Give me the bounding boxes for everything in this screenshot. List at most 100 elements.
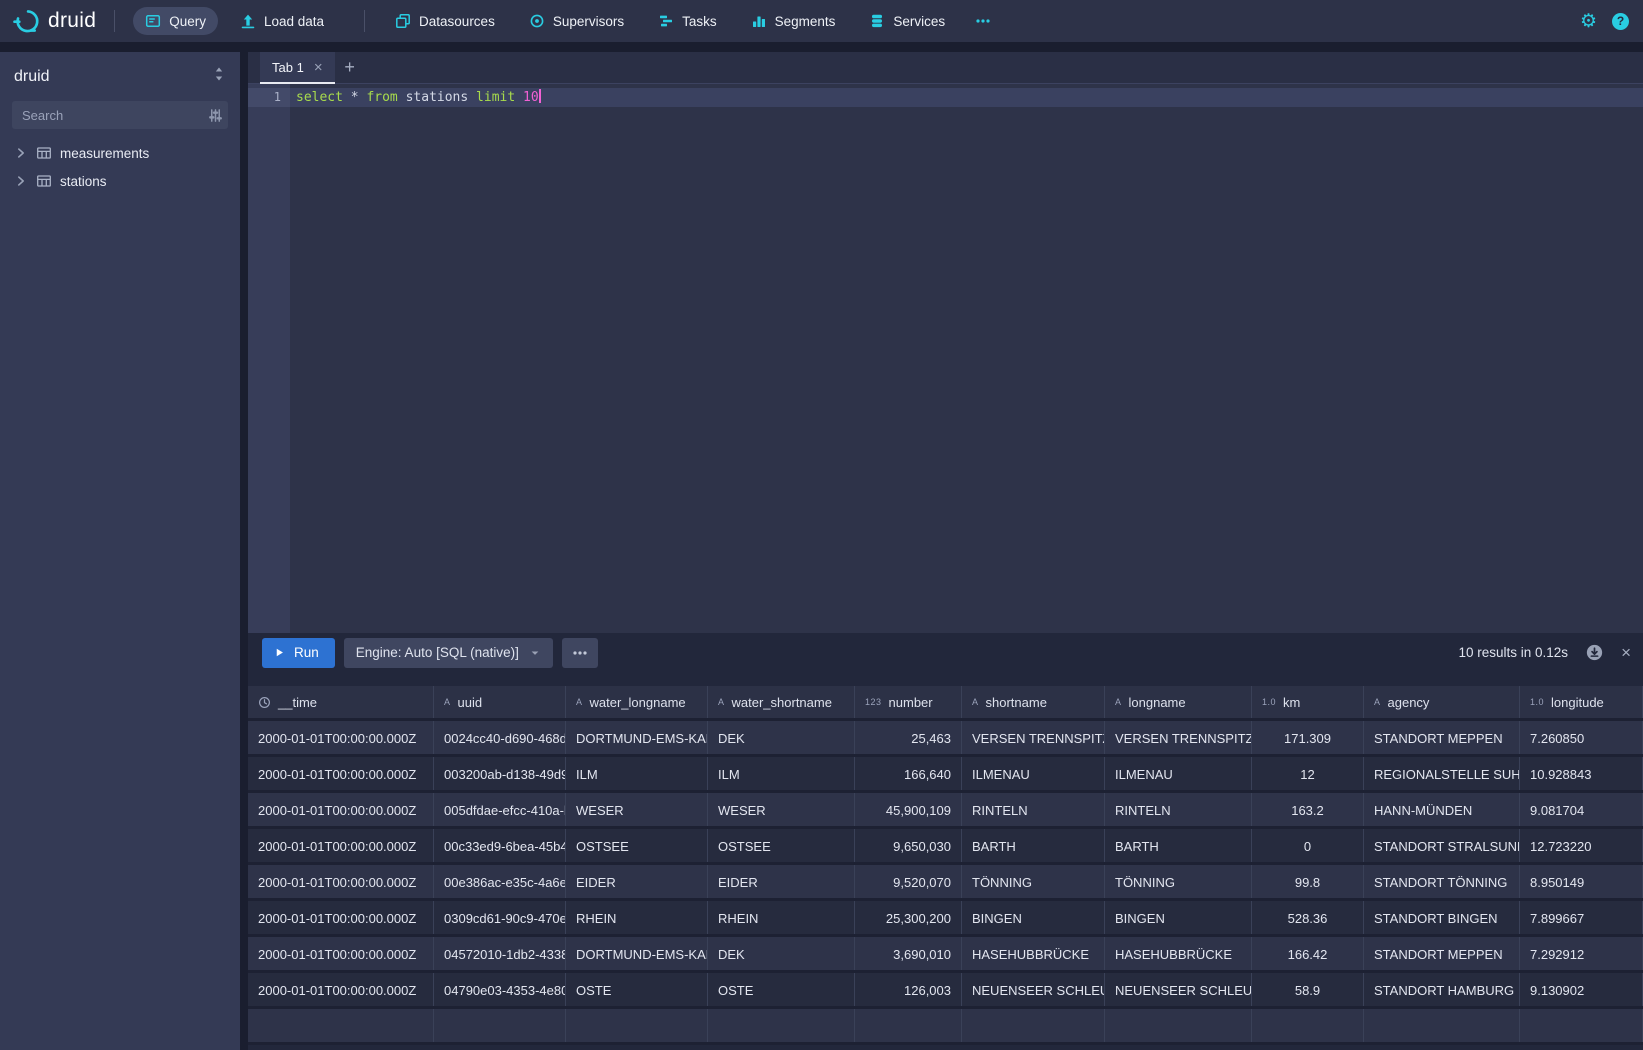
cell-__time[interactable]: 2000-01-01T00:00:00.000Z [248, 973, 434, 1006]
cell-__time[interactable]: 2000-01-01T00:00:00.000Z [248, 757, 434, 790]
cell-longitude[interactable]: 9.130902 [1520, 973, 1643, 1006]
help-icon[interactable]: ? [1612, 13, 1629, 30]
sql-editor[interactable]: 1 select * from stations limit 10 [248, 84, 1643, 633]
cell-agency[interactable]: STANDORT HAMBURG [1364, 973, 1520, 1006]
cell-longname[interactable]: BINGEN [1105, 901, 1252, 934]
column-header-agency[interactable]: Aagency [1364, 686, 1520, 718]
column-header-km[interactable]: 1.0km [1252, 686, 1364, 718]
cell-km[interactable]: 163.2 [1252, 793, 1364, 826]
cell-shortname[interactable]: BARTH [962, 829, 1105, 862]
cell-water_shortname[interactable]: WESER [708, 793, 855, 826]
cell-km[interactable]: 58.9 [1252, 973, 1364, 1006]
cell-longitude[interactable]: 7.292912 [1520, 937, 1643, 970]
close-icon[interactable]: × [314, 60, 323, 75]
close-results-icon[interactable]: × [1621, 644, 1631, 661]
cell-water_shortname[interactable]: DEK [708, 721, 855, 754]
chevron-right-icon[interactable] [14, 174, 28, 188]
cell-km[interactable]: 528.36 [1252, 901, 1364, 934]
tree-item-measurements[interactable]: measurements [0, 139, 240, 167]
cell-number[interactable]: 9,650,030 [855, 829, 962, 862]
query-more-button[interactable] [562, 638, 598, 668]
cell-uuid[interactable]: 003200ab-d138-49d9-aa [434, 757, 566, 790]
cell-number[interactable]: 45,900,109 [855, 793, 962, 826]
tree-item-stations[interactable]: stations [0, 167, 240, 195]
column-header-longname[interactable]: Alongname [1105, 686, 1252, 718]
column-header-__time[interactable]: __time [248, 686, 434, 718]
cell-agency[interactable]: HANN-MÜNDEN [1364, 793, 1520, 826]
nav-item-tasks[interactable]: Tasks [646, 7, 729, 35]
nav-item-supervisors[interactable]: Supervisors [517, 7, 636, 35]
cell-agency[interactable]: STANDORT TÖNNING [1364, 865, 1520, 898]
new-tab-button[interactable]: + [335, 52, 365, 83]
cell-uuid[interactable]: 005dfdae-efcc-410a-bf1 [434, 793, 566, 826]
cell-agency[interactable]: STANDORT BINGEN [1364, 901, 1520, 934]
cell-water_longname[interactable]: OSTSEE [566, 829, 708, 862]
cell-water_longname[interactable]: WESER [566, 793, 708, 826]
schema-selector[interactable]: druid [0, 52, 240, 99]
cell-water_shortname[interactable]: ILM [708, 757, 855, 790]
cell-shortname[interactable]: RINTELN [962, 793, 1105, 826]
cell-longitude[interactable]: 9.081704 [1520, 793, 1643, 826]
gear-icon[interactable]: ⚙ [1580, 12, 1597, 31]
cell-water_longname[interactable]: DORTMUND-EMS-KANA [566, 937, 708, 970]
nav-item-datasources[interactable]: Datasources [383, 7, 507, 35]
cell-longitude[interactable]: 12.723220 [1520, 829, 1643, 862]
cell-longitude[interactable]: 10.928843 [1520, 757, 1643, 790]
cell-km[interactable]: 166.42 [1252, 937, 1364, 970]
cell-longname[interactable]: VERSEN TRENNSPITZE [1105, 721, 1252, 754]
cell-uuid[interactable]: 00e386ac-e35c-4a6e-80 [434, 865, 566, 898]
cell-agency[interactable]: STANDORT MEPPEN [1364, 937, 1520, 970]
nav-item-load-data[interactable]: Load data [228, 7, 336, 35]
cell-uuid[interactable]: 00c33ed9-6bea-45b4-87 [434, 829, 566, 862]
search-input[interactable] [12, 108, 208, 123]
cell-water_longname[interactable]: ILM [566, 757, 708, 790]
cell-longitude[interactable]: 8.950149 [1520, 865, 1643, 898]
column-header-water_longname[interactable]: Awater_longname [566, 686, 708, 718]
brand[interactable]: druid [12, 7, 96, 35]
cell-agency[interactable]: REGIONALSTELLE SUHL [1364, 757, 1520, 790]
cell-longname[interactable]: HASEHUBBRÜCKE [1105, 937, 1252, 970]
cell-uuid[interactable]: 04572010-1db2-4338-85 [434, 937, 566, 970]
cell-longname[interactable]: TÖNNING [1105, 865, 1252, 898]
cell-__time[interactable]: 2000-01-01T00:00:00.000Z [248, 865, 434, 898]
cell-__time[interactable]: 2000-01-01T00:00:00.000Z [248, 829, 434, 862]
cell-water_shortname[interactable]: DEK [708, 937, 855, 970]
cell-longname[interactable]: ILMENAU [1105, 757, 1252, 790]
engine-select[interactable]: Engine: Auto [SQL (native)] [344, 638, 553, 668]
cell-km[interactable]: 99.8 [1252, 865, 1364, 898]
column-header-longitude[interactable]: 1.0longitude [1520, 686, 1643, 718]
cell-__time[interactable]: 2000-01-01T00:00:00.000Z [248, 793, 434, 826]
cell-number[interactable]: 3,690,010 [855, 937, 962, 970]
cell-water_shortname[interactable]: OSTE [708, 973, 855, 1006]
cell-uuid[interactable]: 0309cd61-90c9-470e-99 [434, 901, 566, 934]
cell-shortname[interactable]: ILMENAU [962, 757, 1105, 790]
nav-item-segments[interactable]: Segments [739, 7, 848, 35]
nav-item-services[interactable]: Services [857, 7, 957, 35]
cell-km[interactable]: 171.309 [1252, 721, 1364, 754]
column-header-number[interactable]: 123number [855, 686, 962, 718]
cell-uuid[interactable]: 0024cc40-d690-468d-84 [434, 721, 566, 754]
double-caret-icon[interactable] [212, 66, 226, 87]
cell-water_shortname[interactable]: EIDER [708, 865, 855, 898]
cell-uuid[interactable]: 04790e03-4353-4e80-be [434, 973, 566, 1006]
cell-water_longname[interactable]: RHEIN [566, 901, 708, 934]
column-header-shortname[interactable]: Ashortname [962, 686, 1105, 718]
cell-agency[interactable]: STANDORT MEPPEN [1364, 721, 1520, 754]
run-button[interactable]: Run [262, 638, 335, 668]
cell-number[interactable]: 9,520,070 [855, 865, 962, 898]
cell-number[interactable]: 25,463 [855, 721, 962, 754]
tab-tab1[interactable]: Tab 1 × [260, 52, 335, 84]
cell-water_shortname[interactable]: RHEIN [708, 901, 855, 934]
download-icon[interactable] [1586, 644, 1603, 661]
cell-water_longname[interactable]: DORTMUND-EMS-KANA [566, 721, 708, 754]
cell-longitude[interactable]: 7.899667 [1520, 901, 1643, 934]
column-header-water_shortname[interactable]: Awater_shortname [708, 686, 855, 718]
cell-water_longname[interactable]: OSTE [566, 973, 708, 1006]
cell-number[interactable]: 166,640 [855, 757, 962, 790]
cell-water_longname[interactable]: EIDER [566, 865, 708, 898]
chevron-right-icon[interactable] [14, 146, 28, 160]
cell-__time[interactable]: 2000-01-01T00:00:00.000Z [248, 937, 434, 970]
cell-number[interactable]: 126,003 [855, 973, 962, 1006]
cell-agency[interactable]: STANDORT STRALSUND [1364, 829, 1520, 862]
cell-shortname[interactable]: TÖNNING [962, 865, 1105, 898]
